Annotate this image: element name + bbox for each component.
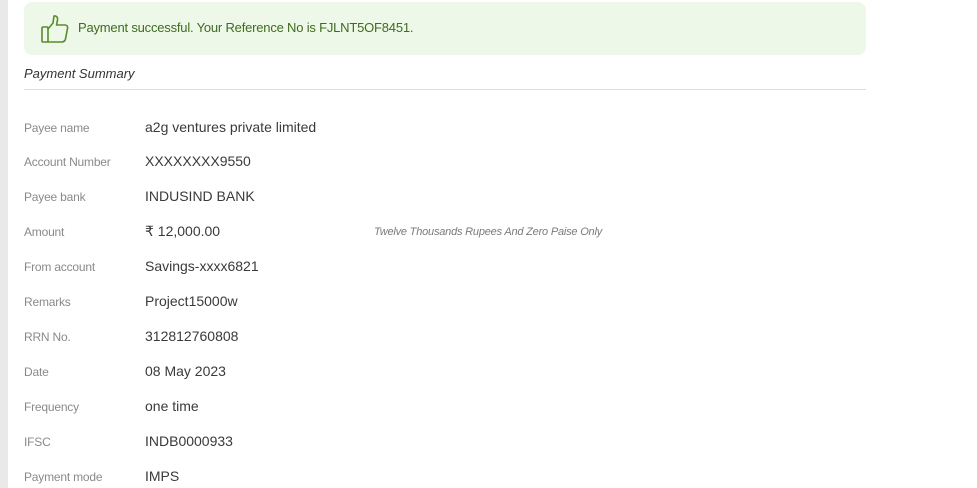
success-banner: Payment successful. Your Reference No is… [24, 2, 866, 55]
success-message: Payment successful. Your Reference No is… [78, 20, 414, 35]
row-amount: Amount ₹ 12,000.00 Twelve Thousands Rupe… [24, 223, 866, 243]
frequency-value: one time [145, 398, 199, 414]
from-account-label: From account [24, 260, 95, 274]
payment-confirmation-page: Payment successful. Your Reference No is… [0, 0, 977, 488]
remarks-label: Remarks [24, 295, 71, 309]
row-frequency: Frequency one time [24, 398, 866, 418]
row-account-number: Account Number XXXXXXXX9550 [24, 153, 866, 173]
row-date: Date 08 May 2023 [24, 363, 866, 383]
payment-mode-label: Payment mode [24, 470, 103, 484]
row-payee-bank: Payee bank INDUSIND BANK [24, 188, 866, 208]
row-payee-name: Payee name a2g ventures private limited [24, 119, 866, 139]
amount-label: Amount [24, 225, 65, 239]
amount-in-words: Twelve Thousands Rupees And Zero Paise O… [374, 226, 603, 238]
row-from-account: From account Savings-xxxx6821 [24, 258, 866, 278]
row-ifsc: IFSC INDB0000933 [24, 433, 866, 453]
payee-name-value: a2g ventures private limited [145, 119, 317, 135]
remarks-value: Project15000w [145, 293, 238, 309]
account-number-label: Account Number [24, 155, 111, 169]
frequency-label: Frequency [24, 400, 79, 414]
payment-summary-title: Payment Summary [24, 66, 135, 81]
ifsc-label: IFSC [24, 435, 51, 449]
date-value: 08 May 2023 [145, 363, 226, 379]
payee-name-label: Payee name [24, 121, 90, 135]
payee-bank-value: INDUSIND BANK [145, 188, 255, 204]
row-payment-mode: Payment mode IMPS [24, 468, 866, 488]
row-rrn-no: RRN No. 312812760808 [24, 328, 866, 348]
left-scroll-rail [0, 0, 8, 488]
payee-bank-label: Payee bank [24, 190, 86, 204]
summary-divider [24, 89, 866, 90]
amount-value: ₹ 12,000.00 [145, 223, 221, 239]
rrn-no-label: RRN No. [24, 330, 71, 344]
row-remarks: Remarks Project15000w [24, 293, 866, 313]
account-number-value: XXXXXXXX9550 [145, 153, 251, 169]
date-label: Date [24, 365, 49, 379]
thumbs-up-icon [40, 13, 70, 45]
payment-mode-value: IMPS [145, 468, 180, 484]
rrn-no-value: 312812760808 [145, 328, 239, 344]
ifsc-value: INDB0000933 [145, 433, 233, 449]
from-account-value: Savings-xxxx6821 [145, 258, 259, 274]
